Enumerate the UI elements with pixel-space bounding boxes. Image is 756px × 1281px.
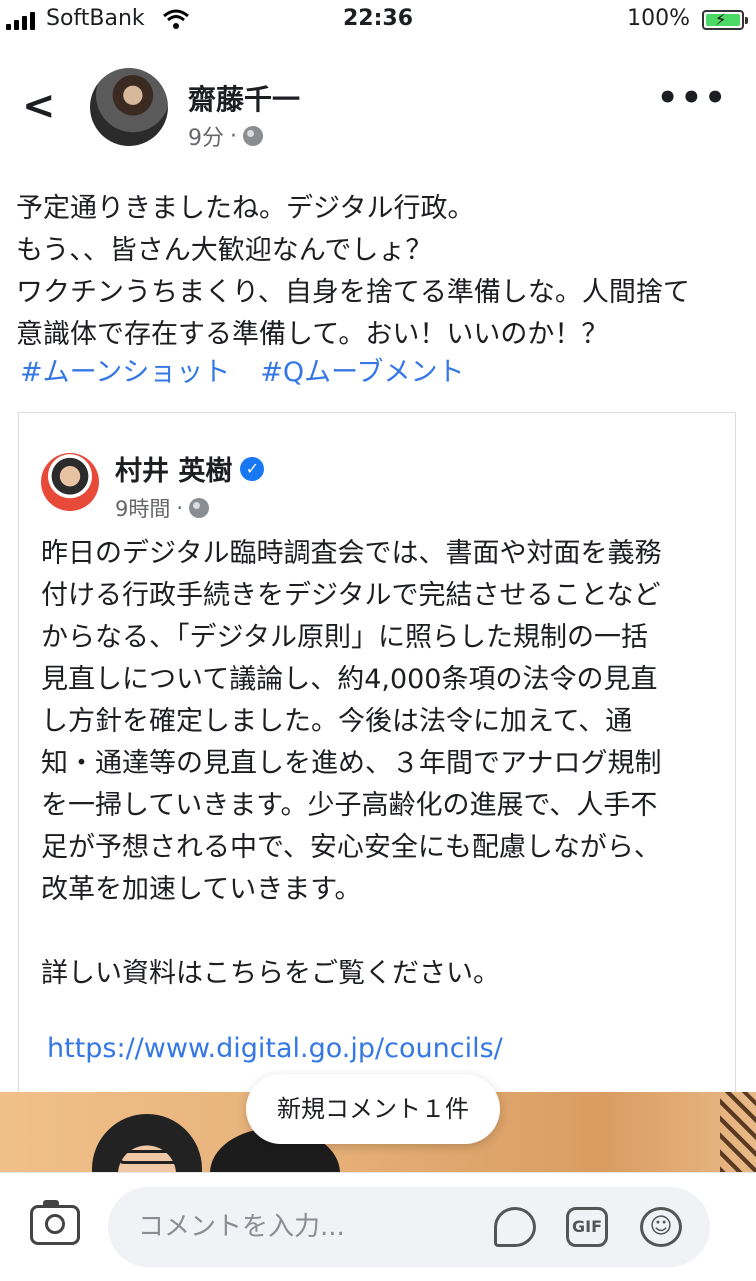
post-time[interactable]: 9分 <box>188 120 224 152</box>
comment-bar: コメントを入力... GIF ☺ <box>0 1172 756 1281</box>
battery-icon: ⚡ <box>702 10 748 30</box>
shared-line: 付ける行政手続きをデジタルで完結させることなど <box>41 580 661 611</box>
shared-author[interactable]: 村井 英樹 <box>115 449 232 488</box>
shared-more-text: 詳しい資料はこちらをご覧ください。 <box>41 958 500 989</box>
post-line: もう、、皆さん大歓迎なんでしょ？ <box>16 235 433 266</box>
shared-time[interactable]: 9時間 <box>115 493 170 523</box>
shared-meta: 9時間 · <box>115 493 210 523</box>
shared-line: 足が予想される中で、安心安全にも配慮しながら、 <box>41 832 661 863</box>
hashtag-q-movement[interactable]: #Qムーブメント <box>260 350 464 389</box>
post-line: 予定通りきましたね。デジタル行政。 <box>16 193 475 224</box>
post-line: ワクチンうちまくり、自身を捨てる準備しな。人間捨て <box>16 277 690 308</box>
battery-percent: 100% <box>627 6 690 31</box>
globe-icon <box>243 126 263 146</box>
hashtags: #ムーンショット #Qムーブメント <box>20 350 465 389</box>
councils-link[interactable]: https://www.digital.go.jp/councils/ <box>47 1033 503 1064</box>
camera-icon[interactable] <box>30 1200 80 1245</box>
emoji-icon[interactable]: ☺ <box>640 1207 682 1247</box>
sticker-icon[interactable] <box>494 1207 536 1247</box>
shared-line: 改革を加速していきます。 <box>41 874 362 905</box>
comment-input[interactable]: コメントを入力... <box>108 1187 710 1267</box>
back-icon[interactable]: < <box>22 86 56 126</box>
avatar[interactable] <box>90 68 168 146</box>
gif-icon[interactable]: GIF <box>566 1207 608 1247</box>
shared-post-card[interactable]: 村井 英樹 ✓ 9時間 · 昨日のデジタル臨時調査会では、書面や対面を義務 付け… <box>18 412 736 1132</box>
shared-line: 知・通達等の見直しを進め、３年間でアナログ規制 <box>41 748 662 779</box>
shared-text: 昨日のデジタル臨時調査会では、書面や対面を義務 付ける行政手続きをデジタルで完結… <box>41 533 727 911</box>
more-icon[interactable]: ••• <box>657 81 728 115</box>
new-comment-toast[interactable]: 新規コメント１件 <box>246 1074 500 1144</box>
shared-line: を一掃していきます。少子高齢化の進展で、人手不 <box>41 790 658 821</box>
post-meta: 9分 · <box>188 120 263 152</box>
shared-avatar[interactable] <box>41 453 99 511</box>
post-text: 予定通りきましたね。デジタル行政。 もう、、皆さん大歓迎なんでしょ？ ワクチンう… <box>16 188 746 356</box>
shared-line: し方針を確定しました。今後は法令に加えて、通 <box>41 706 633 737</box>
verified-icon: ✓ <box>240 456 265 481</box>
shared-line: 昨日のデジタル臨時調査会では、書面や対面を義務 <box>41 538 662 569</box>
shared-line: からなる、「デジタル原則」に照らした規制の一括 <box>41 622 648 653</box>
post-author[interactable]: 齋藤千一 <box>188 78 300 118</box>
hashtag-moonshot[interactable]: #ムーンショット <box>20 350 230 389</box>
globe-icon <box>189 498 210 518</box>
status-bar: SoftBank 22:36 100% ⚡ <box>0 0 756 44</box>
shared-author-row: 村井 英樹 ✓ <box>115 449 265 488</box>
shared-line: 見直しについて議論し、約4,000条項の法令の見直 <box>41 664 658 695</box>
